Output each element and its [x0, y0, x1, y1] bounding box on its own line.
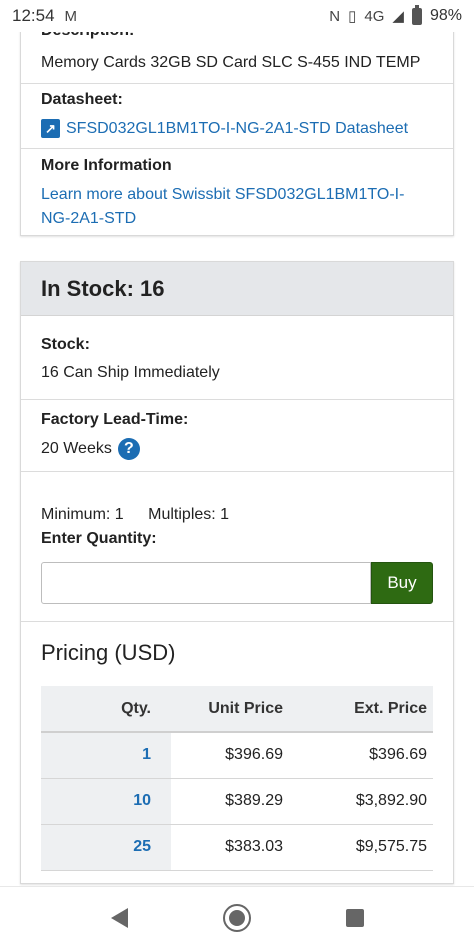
datasheet-link-text: SFSD032GL1BM1TO-I-NG-2A1-STD Datasheet [66, 119, 409, 137]
price-break-qty[interactable]: 1 [41, 732, 171, 779]
multiples-text: Multiples: 1 [148, 506, 230, 523]
enter-quantity-label: Enter Quantity: [41, 530, 157, 547]
pricing-header-row: Qty. Unit Price Ext. Price [41, 686, 433, 733]
pricing-row: 10 $389.29 $3,892.90 [41, 778, 433, 825]
datasheet-link[interactable]: ↗ SFSD032GL1BM1TO-I-NG-2A1-STD Datasheet [41, 119, 433, 138]
battery-percent: 98% [429, 7, 462, 24]
gmail-icon: M [64, 7, 78, 25]
product-details-card: Description: Memory Cards 32GB SD Card S… [20, 22, 454, 236]
lead-time-label: Factory Lead-Time: [41, 411, 189, 428]
stock-value: 16 Can Ship Immediately [41, 364, 220, 381]
stock-card: In Stock: 16 Stock: 16 Can Ship Immediat… [20, 261, 454, 884]
ext-price: $9,575.75 [291, 824, 433, 871]
quantity-form: Buy [41, 562, 433, 604]
quantity-input[interactable] [41, 562, 371, 604]
unit-price: $389.29 [171, 778, 291, 825]
pricing-title: Pricing (USD) [41, 640, 176, 665]
price-break-qty[interactable]: 10 [41, 778, 171, 825]
more-info-link[interactable]: Learn more about Swissbit SFSD032GL1BM1T… [41, 183, 433, 231]
stock-header: In Stock: 16 [21, 262, 453, 316]
unit-price: $383.03 [171, 824, 291, 871]
pricing-row: 1 $396.69 $396.69 [41, 732, 433, 779]
signal-icon: ◢ [392, 8, 404, 25]
help-icon[interactable]: ? [117, 438, 140, 460]
qty-header: Qty. [41, 686, 171, 733]
back-button[interactable] [60, 887, 178, 948]
pricing-row: 25 $383.03 $9,575.75 [41, 824, 433, 871]
in-stock-heading: In Stock: 16 [41, 275, 165, 301]
more-info-row: More Information Learn more about Swissb… [21, 149, 453, 236]
more-info-label: More Information [41, 157, 172, 174]
unit-price: $396.69 [171, 732, 291, 779]
home-circle-icon [223, 903, 251, 932]
nfc-icon: N [329, 7, 341, 25]
description-value: Memory Cards 32GB SD Card SLC S-455 IND … [41, 54, 421, 71]
minimum-text: Minimum: 1 [41, 506, 124, 523]
stock-row: Stock: 16 Can Ship Immediately [21, 316, 453, 400]
network-label: 4G [364, 7, 385, 25]
home-button[interactable] [178, 887, 296, 948]
datasheet-row: Datasheet: ↗ SFSD032GL1BM1TO-I-NG-2A1-ST… [21, 84, 453, 149]
datasheet-label: Datasheet: [41, 91, 123, 108]
ext-price: $3,892.90 [291, 778, 433, 825]
stock-label: Stock: [41, 336, 90, 353]
pricing-table: Qty. Unit Price Ext. Price 1 $396.69 $39… [41, 686, 433, 871]
system-nav-bar [0, 886, 474, 948]
lead-time-row: Factory Lead-Time: 20 Weeks ? [21, 400, 453, 472]
recents-button[interactable] [296, 887, 414, 948]
quantity-row: Minimum: 1 Multiples: 1 Enter Quantity: … [21, 472, 453, 622]
vibrate-icon: ▯ [348, 8, 357, 25]
external-link-icon: ↗ [41, 119, 60, 138]
pricing-section: Pricing (USD) Qty. Unit Price Ext. Price… [21, 622, 453, 871]
recents-square-icon [346, 908, 364, 927]
buy-button[interactable]: Buy [371, 562, 433, 604]
back-triangle-icon [110, 907, 128, 928]
status-time: 12:54 [12, 6, 55, 25]
ext-price-header: Ext. Price [291, 686, 433, 733]
price-break-qty[interactable]: 25 [41, 824, 171, 871]
status-bar: 12:54 M N ▯ 4G ◢ 98% [0, 0, 474, 32]
unit-price-header: Unit Price [171, 686, 291, 733]
ext-price: $396.69 [291, 732, 433, 779]
lead-time-value: 20 Weeks [41, 440, 112, 457]
battery-icon [411, 4, 422, 25]
